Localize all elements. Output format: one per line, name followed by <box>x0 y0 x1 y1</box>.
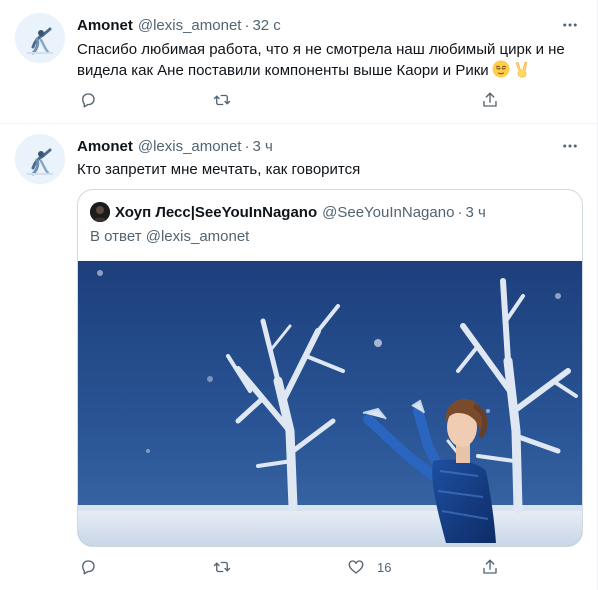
more-icon[interactable] <box>560 136 580 156</box>
timestamp[interactable]: 32 с <box>252 17 280 34</box>
victory-hand-emoji <box>515 61 527 78</box>
timeline: Amonet @lexis_amonet · 32 с Спасибо люби… <box>0 0 598 590</box>
retweet-icon <box>213 94 231 106</box>
like-button[interactable]: 16 <box>347 556 391 578</box>
quoted-author-name: Хоуп Лесс|SeeYouInNagano <box>115 203 318 221</box>
retweet-button[interactable] <box>213 556 243 578</box>
reply-button[interactable] <box>79 89 109 111</box>
like-count: 16 <box>377 559 392 575</box>
figure-skater-photo[interactable] <box>78 261 582 546</box>
more-icon[interactable] <box>560 15 580 35</box>
avatar[interactable] <box>15 13 65 63</box>
author-name[interactable]: Amonet <box>77 17 133 34</box>
author-handle[interactable]: @lexis_amonet <box>138 138 242 155</box>
quoted-tweet-header: Хоуп Лесс|SeeYouInNagano @SeeYouInNagano… <box>90 202 486 222</box>
tweet-text: Кто запретит мне мечтать, как говорится <box>77 159 582 180</box>
reply-context: В ответ @lexis_amonet <box>90 228 250 245</box>
timestamp[interactable]: 3 ч <box>252 138 272 155</box>
separator: · <box>457 203 463 221</box>
author-name[interactable]: Amonet <box>77 138 133 155</box>
tweet[interactable]: Amonet @lexis_amonet · 3 ч Кто запретит … <box>0 124 598 590</box>
relieved-face-emoji <box>492 60 510 78</box>
share-button[interactable] <box>481 89 499 111</box>
tweet-text: Спасибо любимая работа, что я не смотрел… <box>77 39 582 81</box>
separator: · <box>244 137 250 155</box>
share-button[interactable] <box>481 556 499 578</box>
share-icon <box>483 92 497 107</box>
author-handle[interactable]: @lexis_amonet <box>138 17 242 34</box>
quoted-author-handle: @SeeYouInNagano <box>322 203 455 221</box>
tweet-header: Amonet @lexis_amonet · 32 с <box>77 15 281 35</box>
share-icon <box>483 559 497 574</box>
quoted-timestamp: 3 ч <box>465 203 486 221</box>
tweet-header: Amonet @lexis_amonet · 3 ч <box>77 136 273 156</box>
like-icon <box>348 560 364 574</box>
reply-button[interactable] <box>79 556 109 578</box>
retweet-button[interactable] <box>213 89 243 111</box>
tweet[interactable]: Amonet @lexis_amonet · 32 с Спасибо люби… <box>0 0 598 124</box>
tweet-actions <box>77 89 507 111</box>
reply-icon <box>82 560 95 575</box>
tweet-actions: 16 <box>77 556 507 578</box>
retweet-icon <box>213 561 231 573</box>
quoted-avatar <box>90 202 110 222</box>
quoted-tweet[interactable]: Хоуп Лесс|SeeYouInNagano @SeeYouInNagano… <box>77 189 583 547</box>
avatar[interactable] <box>15 134 65 184</box>
reply-icon <box>82 93 95 108</box>
separator: · <box>244 16 250 34</box>
tweet-text-content: Кто запретит мне мечтать, как говорится <box>77 161 361 178</box>
